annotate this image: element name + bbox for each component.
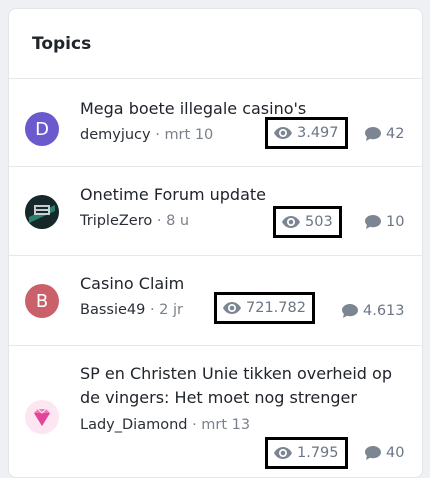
author-link[interactable]: Bassie49	[80, 302, 145, 318]
topic-title-link[interactable]: SP en Christen Unie tikken overheid op d…	[80, 362, 410, 410]
meta-separator: ·	[149, 302, 160, 318]
topic-row[interactable]: SP en Christen Unie tikken overheid op d…	[9, 346, 422, 477]
author-link[interactable]: Lady_Diamond	[80, 417, 187, 433]
avatar[interactable]: B	[25, 284, 59, 318]
avatar-letter: D	[35, 118, 49, 140]
author-link[interactable]: TripleZero	[80, 213, 152, 229]
topic-time: 8 u	[166, 213, 190, 229]
topic-title-link[interactable]: Onetime Forum update	[80, 183, 410, 207]
comment-icon	[365, 127, 381, 141]
views-value: 3.497	[297, 125, 339, 141]
topic-meta: TripleZero · 8 u	[80, 213, 189, 229]
avatar-letter: B	[35, 290, 49, 312]
avatar[interactable]: D	[25, 112, 59, 146]
topics-card: Topics D Mega boete illegale casino's de…	[8, 8, 423, 478]
avatar[interactable]	[25, 400, 59, 434]
eye-icon	[223, 302, 241, 314]
views-count: 721.782	[214, 292, 315, 324]
topic-meta: Bassie49 · 2 jr	[80, 302, 183, 318]
triplezero-logo-icon	[25, 195, 59, 229]
replies-count: 42	[365, 126, 404, 142]
replies-count: 4.613	[342, 303, 405, 319]
author-link[interactable]: demyjucy	[80, 127, 151, 143]
diamond-icon	[25, 400, 59, 434]
topic-meta: Lady_Diamond · mrt 13	[80, 417, 250, 433]
replies-value: 10	[386, 214, 405, 230]
replies-count: 10	[365, 214, 404, 230]
topic-title-link[interactable]: Mega boete illegale casino's	[80, 97, 410, 121]
replies-value: 42	[386, 126, 405, 142]
topic-meta: demyjucy · mrt 10	[80, 127, 213, 143]
views-value: 721.782	[246, 300, 306, 316]
views-count: 3.497	[265, 117, 348, 149]
topic-row[interactable]: B Casino Claim Bassie49 · 2 jr 721.782 4…	[9, 256, 422, 346]
views-count: 1.795	[265, 437, 348, 469]
replies-value: 4.613	[363, 303, 405, 319]
topic-time: 2 jr	[159, 302, 183, 318]
avatar[interactable]	[25, 195, 59, 229]
eye-icon	[282, 216, 300, 228]
comment-icon	[365, 215, 381, 229]
meta-separator: ·	[192, 417, 202, 433]
meta-separator: ·	[156, 213, 167, 229]
views-value: 503	[305, 214, 333, 230]
card-title: Topics	[32, 33, 92, 54]
topic-time: mrt 10	[164, 127, 214, 143]
eye-icon	[274, 127, 292, 139]
comment-icon	[365, 446, 381, 460]
topic-row[interactable]: Onetime Forum update TripleZero · 8 u 50…	[9, 167, 422, 256]
topic-row[interactable]: D Mega boete illegale casino's demyjucy …	[9, 79, 422, 167]
topic-time: mrt 13	[201, 417, 251, 433]
comment-icon	[342, 304, 358, 318]
card-header: Topics	[9, 9, 422, 79]
eye-icon	[274, 447, 292, 459]
views-count: 503	[273, 206, 342, 238]
